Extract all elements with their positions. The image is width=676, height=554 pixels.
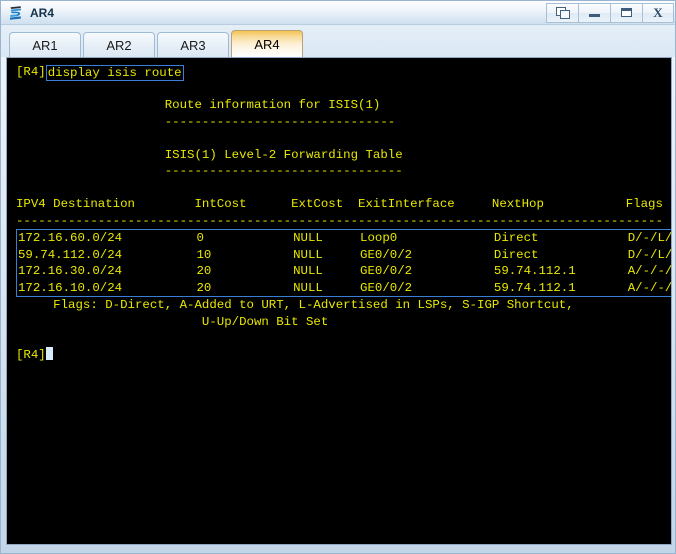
close-icon: X	[653, 5, 663, 20]
tab-ar3-label: AR3	[180, 37, 206, 53]
title-bar-left: AR4	[1, 4, 54, 22]
restore-button[interactable]	[546, 2, 578, 23]
table-row: 172.16.60.0/24 0 NULL Loop0 Direct D/-/L…	[18, 231, 672, 245]
table-row: 59.74.112.0/24 10 NULL GE0/0/2 Direct D/…	[18, 247, 672, 262]
table-column-headers: IPV4 Destination IntCost ExtCost ExitInt…	[16, 197, 663, 211]
tab-ar4-label: AR4	[254, 36, 280, 52]
route-information-rule: -------------------------------	[16, 114, 396, 129]
terminal-output: [R4] display isis route Route information…	[7, 58, 671, 544]
application-window: AR4 X AR1 AR2 AR3 AR4 [R4] display isis …	[0, 0, 676, 554]
restore-icon	[556, 7, 570, 19]
command-prompt: [R4]	[16, 65, 46, 79]
route-information-heading: Route information for ISIS(1)	[16, 98, 381, 112]
maximize-icon	[621, 8, 632, 17]
tab-bar: AR1 AR2 AR3 AR4	[1, 25, 675, 57]
table-row: 172.16.10.0/24 20 NULL GE0/0/2 59.74.112…	[18, 280, 672, 295]
flags-legend-line-2: U-Up/Down Bit Set	[16, 314, 329, 329]
tab-ar4[interactable]: AR4	[231, 30, 303, 57]
tab-ar1-label: AR1	[32, 37, 58, 53]
selected-routes-block[interactable]: 172.16.60.0/24 0 NULL Loop0 Direct D/-/L…	[16, 229, 672, 297]
terminal-panel[interactable]: [R4] display isis route Route information…	[6, 57, 672, 545]
final-prompt-line: [R4]	[16, 346, 671, 364]
tab-ar1[interactable]: AR1	[9, 32, 81, 57]
table-row: 172.16.30.0/24 20 NULL GE0/0/2 59.74.112…	[18, 264, 672, 278]
minimize-icon	[589, 14, 600, 17]
text-cursor	[45, 346, 53, 360]
close-button[interactable]: X	[642, 2, 674, 23]
forwarding-table-rule: --------------------------------	[16, 164, 403, 178]
router-icon	[7, 4, 25, 22]
tab-ar3[interactable]: AR3	[157, 32, 229, 57]
minimize-button[interactable]	[578, 2, 610, 23]
tab-ar2[interactable]: AR2	[83, 32, 155, 57]
command-highlight-box[interactable]: display isis route	[45, 65, 184, 81]
window-title: AR4	[30, 5, 55, 20]
maximize-button[interactable]	[610, 2, 642, 23]
title-bar: AR4 X	[1, 1, 675, 25]
command-line: [R4] display isis route	[16, 64, 671, 81]
tab-ar2-label: AR2	[106, 37, 132, 53]
table-header-rule: ----------------------------------------…	[16, 213, 663, 228]
forwarding-table-heading: ISIS(1) Level-2 Forwarding Table	[16, 147, 403, 162]
final-prompt: [R4]	[16, 347, 46, 362]
window-controls: X	[546, 2, 674, 24]
flags-legend-line-1: Flags: D-Direct, A-Added to URT, L-Adver…	[16, 298, 574, 312]
